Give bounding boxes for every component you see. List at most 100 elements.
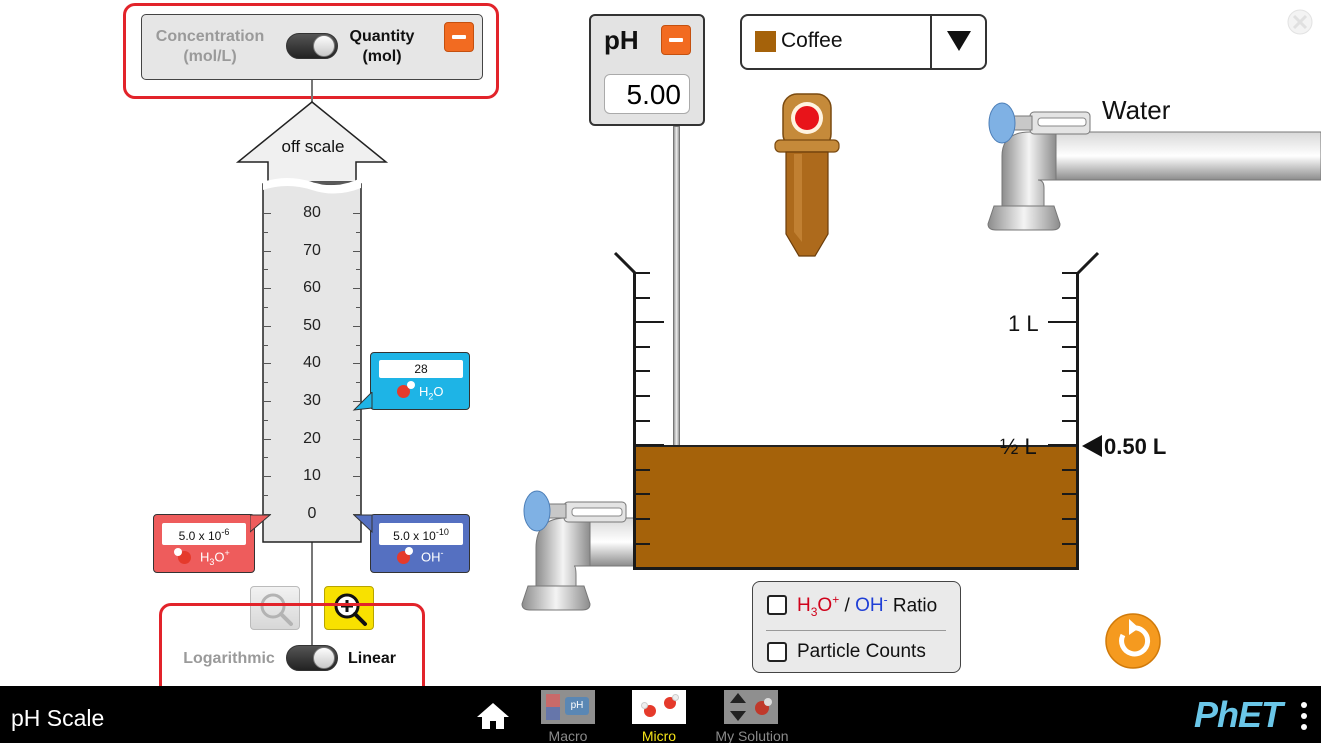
scale-major-tick bbox=[263, 213, 271, 214]
oh-exponent: -10 bbox=[435, 527, 449, 537]
log-linear-switch[interactable] bbox=[286, 645, 338, 671]
quantity-label-line2: (mol) bbox=[362, 48, 402, 65]
options-divider bbox=[766, 630, 946, 631]
beaker-major-tick bbox=[636, 321, 664, 324]
ratio-h3o: H3O+ bbox=[797, 593, 839, 619]
scale-major-tick bbox=[353, 438, 361, 440]
oh-mantissa: 5.0 x 10 bbox=[393, 529, 436, 543]
scale-tick-label: 80 bbox=[303, 204, 321, 221]
scale-tick-label: 10 bbox=[303, 467, 321, 485]
h2o-value: 28 bbox=[379, 360, 463, 378]
beaker-liquid bbox=[636, 446, 1078, 568]
ratio-suffix: Ratio bbox=[892, 595, 938, 617]
beaker-label-1L: 1 L bbox=[1008, 311, 1039, 336]
phet-logo[interactable]: PhET bbox=[1194, 694, 1283, 736]
beaker-minor-tick bbox=[1062, 395, 1076, 397]
drain-faucet-handle-icon bbox=[523, 490, 551, 532]
scale-minor-tick bbox=[356, 307, 361, 308]
tab-macro[interactable]: pH Macro bbox=[538, 688, 598, 743]
scale-tick-label: 60 bbox=[303, 279, 321, 297]
beaker-minor-tick bbox=[1062, 493, 1076, 496]
oh-label-base: OH bbox=[421, 549, 441, 565]
tab-micro-label: Micro bbox=[641, 728, 677, 743]
scale-minor-tick bbox=[263, 382, 268, 384]
scale-minor-tick bbox=[356, 495, 361, 496]
beaker-major-tick bbox=[1048, 444, 1076, 447]
concentration-quantity-switch[interactable] bbox=[286, 33, 338, 59]
beaker-minor-tick bbox=[1062, 296, 1076, 299]
scale-major-tick bbox=[263, 325, 271, 327]
ratio-label[interactable]: H3O+ / OH- Ratio bbox=[797, 593, 937, 619]
beaker-lips bbox=[613, 251, 1100, 275]
macro-tab-icon: pH bbox=[541, 690, 595, 724]
concentration-label-line1: Concentration bbox=[155, 28, 265, 45]
scale-major-tick bbox=[263, 438, 271, 440]
scale-minor-tick bbox=[263, 344, 268, 346]
beaker-minor-tick bbox=[636, 468, 650, 471]
tab-micro[interactable]: Micro bbox=[630, 688, 688, 743]
scale-minor-tick bbox=[263, 269, 268, 271]
ph-value-readout: 5.00 bbox=[604, 74, 690, 114]
beaker-minor-tick bbox=[636, 370, 650, 373]
ratio-h3o-base: H bbox=[797, 595, 811, 617]
tab-my-solution[interactable]: My Solution bbox=[710, 688, 794, 743]
beaker-minor-tick bbox=[636, 493, 650, 496]
beaker-minor-tick bbox=[1062, 370, 1076, 373]
h3o-label-base: H bbox=[200, 549, 210, 565]
scale-minor-tick bbox=[356, 269, 361, 271]
home-icon[interactable] bbox=[476, 701, 510, 731]
beaker-minor-tick bbox=[636, 272, 650, 274]
concentration-label[interactable]: Concentration (mol/L) bbox=[155, 27, 265, 67]
beaker-bottom bbox=[633, 567, 1079, 570]
scale-minor-tick bbox=[356, 419, 361, 421]
h3o-mantissa: 5.0 x 10 bbox=[178, 529, 222, 543]
dropper[interactable] bbox=[772, 92, 842, 262]
scale-major-tick bbox=[263, 250, 271, 252]
chevron-down-icon[interactable] bbox=[946, 30, 972, 52]
reset-all-button[interactable] bbox=[1105, 613, 1161, 669]
scale-tick-label: 0 bbox=[307, 504, 317, 522]
scale-major-tick bbox=[353, 288, 361, 290]
ratio-checkbox[interactable] bbox=[767, 595, 787, 615]
logarithmic-label[interactable]: Logarithmic bbox=[174, 649, 284, 669]
h3o-value: 5.0 x 10-6 bbox=[162, 523, 246, 545]
switch-knob bbox=[313, 647, 335, 669]
beaker-minor-tick bbox=[636, 419, 650, 422]
scale-tick-label: 20 bbox=[303, 429, 321, 447]
water-faucet-handle-icon bbox=[988, 102, 1016, 144]
h2o-label-base: H bbox=[419, 384, 429, 399]
graph-collapse-button[interactable] bbox=[444, 22, 474, 52]
beaker-minor-tick bbox=[636, 542, 650, 545]
h2o-label-end: O bbox=[433, 384, 444, 399]
ph-meter-title: pH bbox=[604, 25, 639, 55]
ratio-oh-base: OH bbox=[855, 595, 884, 617]
particle-counts-label[interactable]: Particle Counts bbox=[797, 641, 926, 663]
beaker-minor-tick bbox=[636, 296, 650, 299]
scale-major-tick bbox=[263, 288, 271, 290]
tab-macro-label: Macro bbox=[548, 728, 588, 743]
quantity-label-line1: Quantity bbox=[349, 28, 415, 45]
beaker-minor-tick bbox=[636, 395, 650, 397]
ratio-h3o-mid: O bbox=[817, 595, 833, 617]
sim-title: pH Scale bbox=[11, 705, 105, 731]
h3o-label-sup: + bbox=[224, 548, 230, 558]
close-icon[interactable] bbox=[1286, 8, 1314, 36]
linear-label[interactable]: Linear bbox=[342, 649, 402, 669]
particle-counts-checkbox[interactable] bbox=[767, 642, 787, 662]
more-options-icon[interactable] bbox=[1297, 700, 1311, 732]
scale-tick-label: 30 bbox=[303, 392, 321, 409]
solution-swatch bbox=[755, 31, 776, 52]
h3o-label: H3O+ bbox=[200, 548, 230, 567]
h3o-indicator: 5.0 x 10-6 H3O+ bbox=[153, 514, 255, 573]
h3o-exponent: -6 bbox=[221, 527, 230, 537]
h2o-molecule-h-icon bbox=[407, 381, 415, 389]
beaker-minor-tick bbox=[1062, 468, 1076, 471]
ph-meter-collapse-button[interactable] bbox=[661, 25, 691, 55]
drain-faucet[interactable] bbox=[520, 490, 640, 615]
scale-minor-tick bbox=[356, 231, 361, 233]
quantity-label[interactable]: Quantity (mol) bbox=[338, 27, 426, 67]
scale-major-tick bbox=[353, 213, 361, 214]
dropdown-divider bbox=[930, 15, 932, 69]
switch-knob bbox=[313, 35, 335, 57]
oh-pointer bbox=[352, 514, 373, 534]
